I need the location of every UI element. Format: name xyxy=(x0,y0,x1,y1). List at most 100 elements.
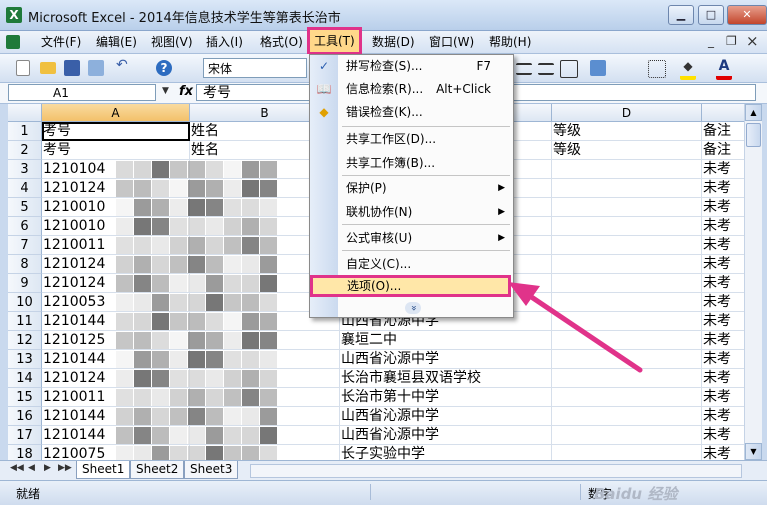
row-header[interactable]: 10 xyxy=(8,293,42,312)
align-center-icon[interactable] xyxy=(516,63,532,75)
cell-e17[interactable]: 未考 xyxy=(702,426,744,445)
help-icon[interactable]: ? xyxy=(156,60,172,76)
cell-c18[interactable]: 长子实验中学 xyxy=(340,445,552,460)
row-header[interactable]: 13 xyxy=(8,350,42,369)
menu-item-research[interactable]: 信息检索(R)... Alt+Click xyxy=(338,78,513,100)
menu-item-customize[interactable]: 自定义(C)... xyxy=(338,253,513,275)
menu-item-share-workbook[interactable]: 共享工作簿(B)... xyxy=(338,152,513,174)
row-header[interactable]: 5 xyxy=(8,198,42,217)
permission-icon[interactable] xyxy=(88,60,104,76)
cell-c15[interactable]: 长治市第十中学 xyxy=(340,388,552,407)
menu-file[interactable]: 文件(F) xyxy=(38,31,84,53)
undo-icon[interactable]: ↶ xyxy=(116,57,132,73)
workbook-icon[interactable] xyxy=(6,35,20,49)
cell-d5[interactable] xyxy=(552,198,702,217)
cell-c16[interactable]: 山西省沁源中学 xyxy=(340,407,552,426)
menu-item-options[interactable]: 选项(O)... xyxy=(310,275,511,297)
cell-d3[interactable] xyxy=(552,160,702,179)
cell-e15[interactable]: 未考 xyxy=(702,388,744,407)
cell-a2[interactable]: 考号 xyxy=(42,141,190,160)
cell-d4[interactable] xyxy=(552,179,702,198)
row-header[interactable]: 12 xyxy=(8,331,42,350)
column-header-d[interactable]: D xyxy=(552,104,702,122)
open-icon[interactable] xyxy=(40,62,56,74)
cell-d6[interactable] xyxy=(552,217,702,236)
cell-e1[interactable]: 备注 xyxy=(702,122,744,141)
menu-item-online-collaboration[interactable]: 联机协作(N) ▶ xyxy=(338,201,513,223)
fill-color-icon[interactable]: ◆ xyxy=(680,60,696,80)
row-header[interactable]: 6 xyxy=(8,217,42,236)
close-button[interactable]: ✕ xyxy=(727,5,767,25)
workbook-restore-button[interactable]: ❐ xyxy=(726,34,737,48)
row-header[interactable]: 4 xyxy=(8,179,42,198)
menu-item-spell-check[interactable]: 拼写检查(S)... F7 xyxy=(338,55,513,77)
save-icon[interactable] xyxy=(64,60,80,76)
row-header[interactable]: 11 xyxy=(8,312,42,331)
menu-item-error-check[interactable]: 错误检查(K)... xyxy=(338,101,513,123)
cell-e7[interactable]: 未考 xyxy=(702,236,744,255)
sheet-tab-sheet1[interactable]: Sheet1 xyxy=(76,461,131,479)
cell-e4[interactable]: 未考 xyxy=(702,179,744,198)
next-sheet-icon[interactable]: ▶ xyxy=(44,463,51,473)
menu-format[interactable]: 格式(O) xyxy=(257,31,306,53)
font-name-select[interactable]: 宋体 xyxy=(203,58,307,78)
menu-help[interactable]: 帮助(H) xyxy=(486,31,534,53)
row-header[interactable]: 7 xyxy=(8,236,42,255)
row-header[interactable]: 9 xyxy=(8,274,42,293)
workbook-close-button[interactable]: × xyxy=(746,32,759,50)
cell-d17[interactable] xyxy=(552,426,702,445)
cell-e18[interactable]: 未考 xyxy=(702,445,744,460)
cell-e8[interactable]: 未考 xyxy=(702,255,744,274)
sheet-tab-sheet2[interactable]: Sheet2 xyxy=(130,461,185,479)
vertical-scrollbar[interactable]: ▲ ▼ xyxy=(744,104,762,460)
expand-menu-icon[interactable]: » xyxy=(405,302,421,314)
row-header[interactable]: 16 xyxy=(8,407,42,426)
column-header-e[interactable] xyxy=(702,104,744,122)
minimize-button[interactable]: ▁ xyxy=(668,5,694,25)
row-header[interactable]: 17 xyxy=(8,426,42,445)
menu-data[interactable]: 数据(D) xyxy=(369,31,418,53)
align-right-icon[interactable] xyxy=(538,63,554,75)
cell-e3[interactable]: 未考 xyxy=(702,160,744,179)
name-box-dropdown-icon[interactable]: ▼ xyxy=(162,86,169,96)
cell-e2[interactable]: 备注 xyxy=(702,141,744,160)
menu-edit[interactable]: 编辑(E) xyxy=(93,31,140,53)
maximize-button[interactable]: □ xyxy=(698,5,724,25)
prev-sheet-icon[interactable]: ◀ xyxy=(28,463,35,473)
cell-e13[interactable]: 未考 xyxy=(702,350,744,369)
name-box[interactable]: A1 xyxy=(8,84,156,101)
last-sheet-icon[interactable]: ▶▶ xyxy=(58,463,72,473)
insert-function-icon[interactable]: fx xyxy=(179,84,193,99)
horizontal-scrollbar[interactable] xyxy=(250,464,742,478)
sheet-tab-sheet3[interactable]: Sheet3 xyxy=(184,461,239,479)
cell-d7[interactable] xyxy=(552,236,702,255)
borders-icon[interactable] xyxy=(648,60,666,78)
cell-e6[interactable]: 未考 xyxy=(702,217,744,236)
excel-app-icon[interactable]: X xyxy=(6,7,22,23)
cell-e5[interactable]: 未考 xyxy=(702,198,744,217)
cell-c17[interactable]: 山西省沁源中学 xyxy=(340,426,552,445)
row-header[interactable]: 3 xyxy=(8,160,42,179)
scrollbar-thumb[interactable] xyxy=(746,123,761,147)
font-color-icon[interactable]: A xyxy=(716,59,732,80)
column-header-a[interactable]: A xyxy=(42,104,190,122)
menu-item-formula-auditing[interactable]: 公式审核(U) ▶ xyxy=(338,227,513,249)
menu-item-shared-workspace[interactable]: 共享工作区(D)... xyxy=(338,128,513,150)
menu-window[interactable]: 窗口(W) xyxy=(426,31,477,53)
first-sheet-icon[interactable]: ◀◀ xyxy=(10,463,24,473)
cell-e12[interactable]: 未考 xyxy=(702,331,744,350)
menu-tools[interactable]: 工具(T) xyxy=(307,27,362,55)
row-header[interactable]: 14 xyxy=(8,369,42,388)
menu-item-protection[interactable]: 保护(P) ▶ xyxy=(338,177,513,199)
cell-e11[interactable]: 未考 xyxy=(702,312,744,331)
menu-insert[interactable]: 插入(I) xyxy=(203,31,246,53)
cell-d18[interactable] xyxy=(552,445,702,460)
cell-e10[interactable]: 未考 xyxy=(702,293,744,312)
menu-view[interactable]: 视图(V) xyxy=(148,31,196,53)
cell-e14[interactable]: 未考 xyxy=(702,369,744,388)
select-all-corner[interactable] xyxy=(8,104,42,122)
cell-e16[interactable]: 未考 xyxy=(702,407,744,426)
row-header[interactable]: 18 xyxy=(8,445,42,460)
scroll-up-arrow-icon[interactable]: ▲ xyxy=(745,104,762,121)
currency-icon[interactable] xyxy=(590,60,606,76)
